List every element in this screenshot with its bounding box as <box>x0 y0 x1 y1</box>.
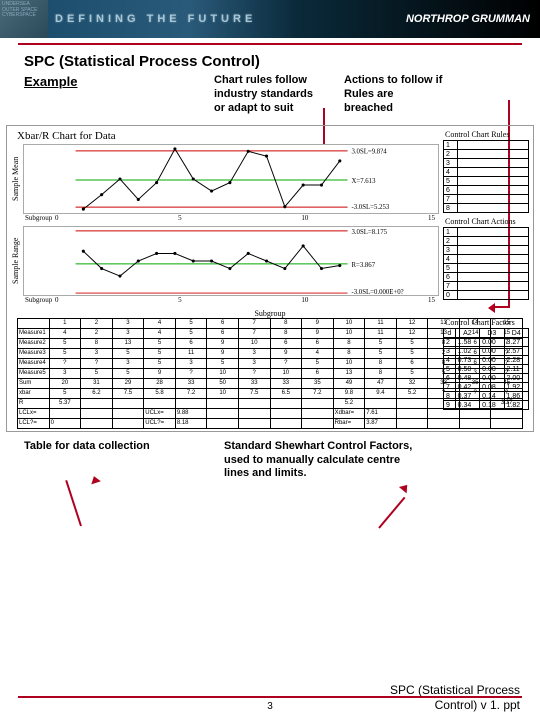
chart-container: Xbar/R Chart for Data Sample Mean 3.0SL=… <box>6 125 534 432</box>
arrow-factors-head <box>399 482 411 494</box>
annotation-rules: Chart rules follow industry standards or… <box>214 74 324 115</box>
annotation-actions: Actions to follow if Rules are breached <box>344 74 444 115</box>
annotation-table: Table for data collection <box>24 440 194 481</box>
range-chart: Sample Range 3.0SL=8.175 R=3.867 -3.0SL=… <box>11 226 439 296</box>
annotation-factors: Standard Shewhart Control Factors, used … <box>224 440 414 481</box>
arrow-table-head <box>89 475 101 485</box>
subtitle: Example <box>24 74 194 115</box>
brand-logo: NORTHROP GRUMMAN <box>406 13 530 25</box>
actions-box: Control Chart Actions 12345670 <box>443 217 529 300</box>
xbar-chart: Sample Mean 3.0SL=9.8?4 X=7.613 -3.0SL=5… <box>11 144 439 214</box>
source-file: SPC (Statistical Process Control) v 1. p… <box>390 683 520 712</box>
xbar-plot: 3.0SL=9.8?4 X=7.613 -3.0SL=5.253 <box>23 144 439 214</box>
xbar-ylabel: Sample Mean <box>11 144 23 214</box>
footer: 3 SPC (Statistical Process Control) v 1.… <box>0 696 540 712</box>
svg-text:-3.0SL=0.000E+0?: -3.0SL=0.000E+0? <box>351 289 403 296</box>
chart-title: Xbar/R Chart for Data <box>17 130 439 142</box>
banner-side-text: UNDERSEA OUTER SPACE CYBERSPACE <box>0 0 48 38</box>
xbar-xaxis: Subgroup 051015 <box>11 214 439 222</box>
arrow-table <box>65 480 82 526</box>
arrow-factors <box>378 497 405 529</box>
page-title: SPC (Statistical Process Control) <box>24 53 516 70</box>
svg-text:3.0SL=9.8?4: 3.0SL=9.8?4 <box>351 149 387 156</box>
range-ylabel: Sample Range <box>11 226 23 296</box>
rules-box: Control Chart Rules 12345678 <box>443 130 529 213</box>
svg-text:X=7.613: X=7.613 <box>351 178 376 185</box>
range-xaxis: Subgroup 051015 <box>11 296 439 304</box>
factors-box: Control Chart Factors dA2D3D421.580.003.… <box>443 318 529 410</box>
svg-text:R=3.867: R=3.867 <box>351 262 375 269</box>
svg-text:-3.0SL=5.253: -3.0SL=5.253 <box>351 204 389 211</box>
range-plot: 3.0SL=8.175 R=3.867 -3.0SL=0.000E+0? <box>23 226 439 296</box>
svg-text:3.0SL=8.175: 3.0SL=8.175 <box>351 229 387 236</box>
banner-tagline: DEFINING THE FUTURE <box>55 13 256 25</box>
brand-banner: UNDERSEA OUTER SPACE CYBERSPACE DEFINING… <box>0 0 540 38</box>
